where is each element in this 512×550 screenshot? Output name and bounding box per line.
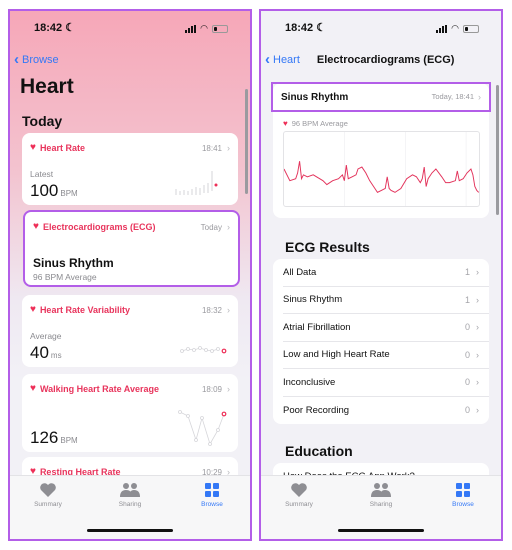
card-title: Heart Rate Variability (39, 305, 130, 315)
wifi-icon: ◠ (200, 23, 208, 33)
grid-icon (205, 483, 219, 497)
heart-icon (291, 483, 307, 497)
chevron-right-icon: › (227, 222, 230, 232)
heart-icon: ♥ (30, 142, 36, 153)
section-title: Education (285, 443, 353, 459)
nav-title: Electrocardiograms (ECG) (316, 53, 455, 66)
back-label: Browse (22, 53, 59, 66)
status-time: 18:42 ☾ (285, 22, 327, 34)
signal-icon (436, 24, 448, 33)
status-bar: 18:42 ☾ ◠ (10, 21, 250, 37)
moon-icon: ☾ (316, 22, 327, 34)
section-title: Today (22, 113, 63, 129)
tab-bar: Summary Sharing Browse (261, 475, 501, 539)
list-item[interactable]: Sinus Rhythm 1 › (283, 287, 489, 314)
card-time: 18:09 (201, 384, 222, 394)
chevron-right-icon: › (476, 322, 479, 333)
chevron-right-icon: › (476, 349, 479, 360)
grid-icon (456, 483, 470, 497)
chevron-right-icon: › (476, 294, 479, 305)
card-value: 126 BPM (30, 428, 78, 447)
signal-icon (185, 24, 197, 33)
tab-summary[interactable]: Summary (18, 482, 78, 508)
chevron-right-icon: › (476, 267, 479, 278)
scrollbar[interactable] (496, 85, 499, 215)
heart-icon: ♥ (33, 221, 39, 232)
chevron-right-icon: › (478, 92, 481, 102)
card-title: Electrocardiograms (ECG) (42, 222, 156, 232)
tab-browse[interactable]: Browse (182, 482, 242, 508)
page-title: Heart (20, 75, 74, 98)
home-indicator[interactable] (338, 529, 424, 532)
heart-icon: ♥ (30, 383, 36, 394)
people-icon (371, 483, 391, 497)
tab-bar: Summary Sharing Browse (10, 475, 250, 539)
list-item[interactable]: Inconclusive 0 › (283, 369, 489, 397)
back-button[interactable]: ‹ Heart Electrocardiograms (ECG) (265, 51, 454, 68)
chevron-right-icon: › (476, 377, 479, 388)
ecg-results-list: All Data 1 › Sinus Rhythm 1 › Atrial Fibrill… (273, 259, 489, 424)
status-time: 18:42 ☾ (34, 22, 76, 34)
moon-icon: ☾ (65, 22, 76, 34)
card-time: 18:41 (201, 143, 222, 153)
people-icon (120, 483, 140, 497)
latest-ecg-card[interactable]: Sinus Rhythm Today, 18:41 › ♥ 96 BPM Avera… (271, 82, 491, 218)
heart-icon (40, 483, 56, 497)
list-item[interactable]: Low and High Heart Rate 0 › (283, 342, 489, 369)
card-title: Walking Heart Rate Average (39, 384, 159, 394)
ecg-time: Today, 18:41 (431, 92, 474, 101)
chevron-left-icon: ‹ (14, 51, 19, 68)
hrv-sparkline (180, 346, 227, 354)
heart-icon: ♥ (30, 304, 36, 315)
list-item[interactable]: Atrial Fibrillation 0 › (283, 314, 489, 342)
chevron-left-icon: ‹ (265, 51, 270, 68)
scrollbar[interactable] (245, 89, 248, 194)
ecg-waveform (283, 131, 480, 207)
card-value: 100 BPM (30, 181, 78, 200)
tab-summary[interactable]: Summary (269, 482, 329, 508)
home-indicator[interactable] (87, 529, 173, 532)
card-title: Heart Rate (39, 143, 85, 153)
ecg-result: Sinus Rhythm (281, 91, 349, 103)
card-sub: 96 BPM Average (33, 272, 97, 282)
back-label: Heart (273, 53, 300, 66)
section-title: ECG Results (285, 239, 370, 255)
heart-rate-sparkline (175, 171, 218, 195)
card-time: 18:32 (201, 305, 222, 315)
heart-screen: 18:42 ☾ ◠ ‹ Browse Heart Today ♥ Heart Ra… (8, 9, 252, 541)
battery-icon (212, 24, 228, 33)
chevron-right-icon: › (227, 305, 230, 315)
hrv-card[interactable]: ♥ Heart Rate Variability 18:32 › Average 4… (22, 295, 238, 367)
card-time: Today (200, 222, 222, 232)
ecg-card[interactable]: ♥ Electrocardiograms (ECG) Today › Sinus R… (23, 210, 240, 287)
card-sub: Average (30, 331, 62, 341)
heart-icon: ♥ (283, 118, 288, 128)
ecg-average: 96 BPM Average (291, 119, 348, 128)
status-bar: 18:42 ☾ ◠ (261, 21, 501, 37)
wifi-icon: ◠ (451, 23, 459, 33)
tab-sharing[interactable]: Sharing (100, 482, 160, 508)
tab-sharing[interactable]: Sharing (351, 482, 411, 508)
back-button[interactable]: ‹ Browse (14, 51, 59, 68)
chevron-right-icon: › (227, 143, 230, 153)
tab-browse[interactable]: Browse (433, 482, 493, 508)
walking-heart-rate-card[interactable]: ♥ Walking Heart Rate Average 18:09 › 126 BP… (22, 374, 238, 452)
walking-hr-sparkline (178, 410, 227, 446)
heart-rate-card[interactable]: ♥ Heart Rate 18:41 › Latest 100 BPM (22, 133, 238, 205)
ecg-result: Sinus Rhythm (33, 256, 114, 270)
latest-ecg-row[interactable]: Sinus Rhythm Today, 18:41 › (271, 82, 491, 112)
list-item[interactable]: All Data 1 › (283, 259, 489, 287)
battery-icon (463, 24, 479, 33)
list-item[interactable]: Poor Recording 0 › (283, 397, 489, 425)
ecg-screen: 18:42 ☾ ◠ ‹ Heart Electrocardiograms (EC… (259, 9, 503, 541)
card-sub: Latest (30, 169, 54, 179)
chevron-right-icon: › (476, 405, 479, 416)
chevron-right-icon: › (227, 384, 230, 394)
card-value: 40 ms (30, 343, 62, 362)
